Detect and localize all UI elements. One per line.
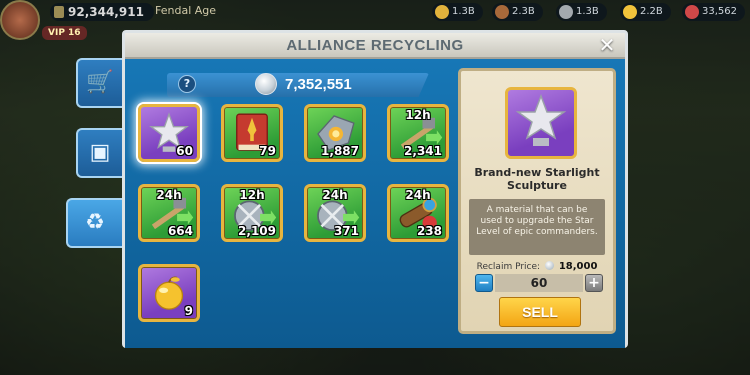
cart-icon: 🛒 [86,70,114,95]
item-slot-speedup-24h[interactable]: 24h 664 [138,184,200,242]
player-avatar[interactable] [0,0,40,40]
box-icon: ▣ [89,140,111,165]
reclaim-label: Reclaim Price: [476,262,541,272]
item-count: 9 [184,304,193,318]
detail-item-icon [505,87,577,159]
power-icon [54,6,64,18]
power-value: 92,344,911 [68,5,144,19]
silver-coin-icon [544,261,554,270]
item-count: 664 [167,224,193,238]
item-slot-speedup-12h[interactable]: 12h 2,341 [387,104,449,162]
gold-value: 2.2B [640,6,663,17]
wood-icon [495,5,509,19]
panel-title: ALLIANCE RECYCLING [286,37,464,54]
item-count: 2,341 [404,144,442,158]
quantity-stepper: − + [475,274,603,292]
stone-icon [559,5,573,19]
recycling-tab[interactable]: ♻ [66,198,122,248]
panel-header: ALLIANCE RECYCLING ✕ [125,33,625,59]
quantity-input[interactable] [495,274,583,292]
currency-value: 7,352,551 [285,76,352,93]
item-count: 238 [416,224,442,238]
wood-value: 2.3B [512,6,535,17]
detail-item-description: A material that can be used to upgrade t… [469,199,605,255]
gem-resource[interactable]: 33,562 [682,3,745,21]
item-timer: 24h [405,188,431,202]
sell-button[interactable]: SELL [499,297,581,327]
item-count: 79 [259,144,276,158]
item-timer: 12h [405,108,431,122]
recycle-icon: ♻ [85,210,105,235]
power-display: 92,344,911 [50,3,154,21]
food-icon [435,5,449,19]
stone-resource[interactable]: 1.3B [556,3,607,21]
item-slot-golden-apple[interactable]: 9 [138,264,200,322]
food-value: 1.3B [452,6,475,17]
item-count: 371 [333,224,359,238]
increase-quantity-button[interactable]: + [585,274,603,292]
gem-icon [685,5,699,19]
help-button[interactable]: ? [178,75,196,93]
item-slot-book[interactable]: 79 [221,104,283,162]
gold-resource[interactable]: 2.2B [620,3,671,21]
item-timer: 24h [156,188,182,202]
close-button[interactable]: ✕ [597,35,617,55]
gem-value: 33,562 [702,6,737,17]
storage-tab[interactable]: ▣ [76,128,122,178]
star-sculpture-icon [515,93,567,146]
item-slot-shield[interactable]: 1,887 [304,104,366,162]
item-slot-training-speedup-24h[interactable]: 24h 371 [304,184,366,242]
item-count: 1,887 [321,144,359,158]
reclaim-price: Reclaim Price: 18,000 [461,261,613,272]
item-count: 2,109 [238,224,276,238]
item-detail-panel: Brand-new Starlight Sculpture A material… [458,68,616,334]
top-hud: 92,344,911 Fendal Age VIP 16 1.3B 2.3B 1… [0,0,750,40]
detail-item-name: Brand-new Starlight Sculpture [474,166,600,192]
silver-coin-icon [255,73,277,95]
wood-resource[interactable]: 2.3B [492,3,543,21]
decrease-quantity-button[interactable]: − [475,274,493,292]
item-timer: 24h [322,188,348,202]
shop-tab[interactable]: 🛒 [76,58,122,108]
item-timer: 12h [239,188,265,202]
vip-badge[interactable]: VIP 16 [42,26,87,40]
food-resource[interactable]: 1.3B [432,3,483,21]
player-name: Fendal Age [155,4,217,17]
item-slot-scope[interactable]: 24h 238 [387,184,449,242]
item-slot-starlight-sculpture[interactable]: 60 [138,104,200,162]
gold-icon [623,5,637,19]
item-slot-training-speedup-12h[interactable]: 12h 2,109 [221,184,283,242]
reclaim-price-value: 18,000 [558,261,598,272]
stone-value: 1.3B [576,6,599,17]
item-count: 60 [176,144,193,158]
